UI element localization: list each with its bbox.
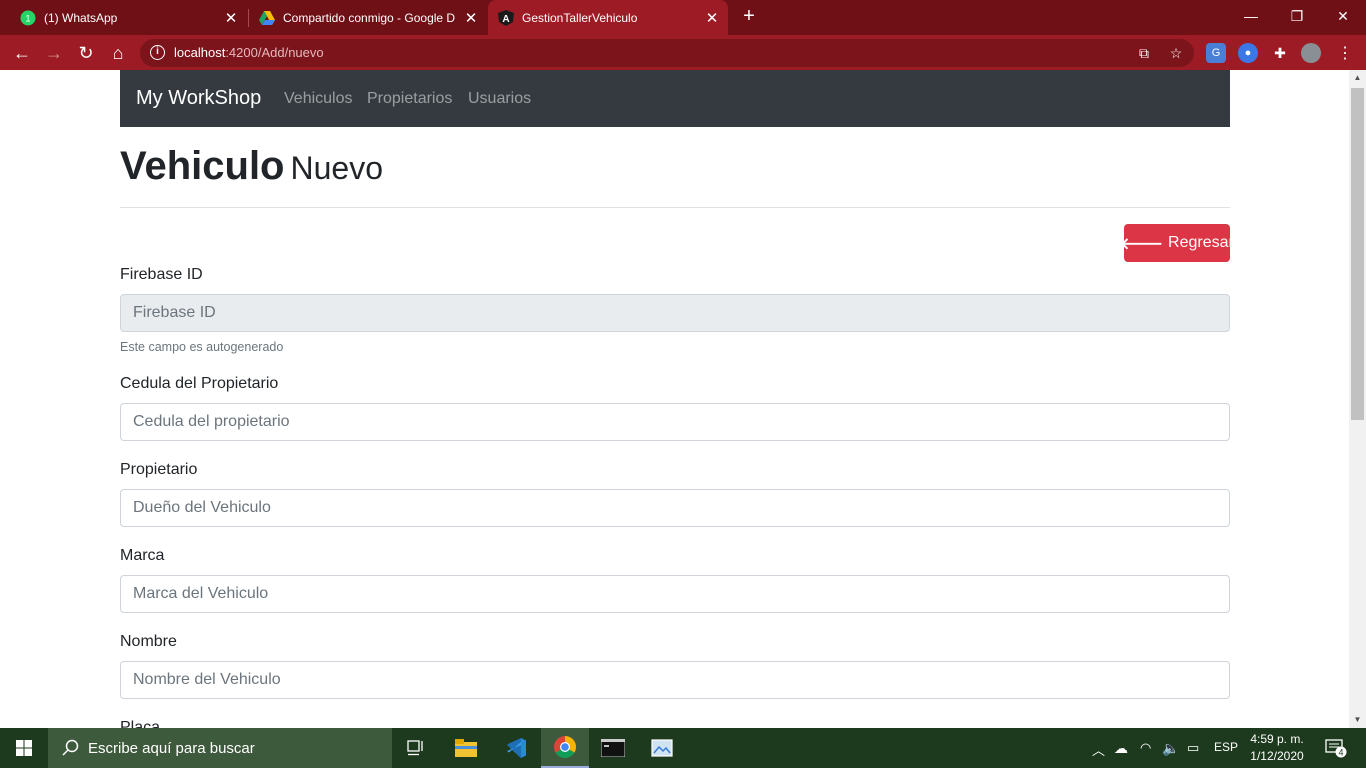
- whatsapp-icon: 1: [20, 10, 36, 26]
- taskbar-search-placeholder: Escribe aquí para buscar: [88, 740, 255, 757]
- firebase-id-help: Este campo es autogenerado: [120, 340, 284, 354]
- restore-button[interactable]: ❐: [1274, 0, 1320, 32]
- tab-title: (1) WhatsApp: [44, 10, 118, 25]
- close-icon[interactable]: ✕: [702, 9, 722, 27]
- windows-start-icon[interactable]: [0, 728, 48, 768]
- tab-title: Compartido conmigo - Google D: [283, 10, 456, 25]
- propietario-field[interactable]: [120, 489, 1230, 527]
- google-translate-extension-icon[interactable]: G: [1206, 43, 1226, 63]
- chrome-icon[interactable]: [541, 728, 589, 768]
- forward-icon[interactable]: →: [40, 39, 68, 67]
- arrow-left-icon: 🡐: [1120, 235, 1164, 253]
- task-view-icon[interactable]: [392, 728, 440, 768]
- google-drive-icon: [259, 10, 275, 26]
- star-icon[interactable]: ☆: [1167, 44, 1185, 62]
- page-viewport: My WorkShop Vehiculos Propietarios Usuar…: [0, 70, 1349, 728]
- close-icon[interactable]: ✕: [461, 9, 481, 27]
- tab-title: GestionTallerVehiculo: [522, 10, 638, 25]
- clock-time: 4:59 p. m.: [1250, 732, 1304, 746]
- propietario-label: Propietario: [120, 461, 198, 478]
- url-text[interactable]: localhost:4200/Add/nuevo: [174, 45, 324, 60]
- translate-icon[interactable]: ⧉: [1135, 44, 1153, 62]
- minimize-button[interactable]: —: [1228, 0, 1274, 32]
- cedula-field[interactable]: [120, 403, 1230, 441]
- svg-text:4: 4: [1338, 748, 1343, 758]
- tab-whatsapp[interactable]: 1 (1) WhatsApp ✕: [0, 0, 247, 35]
- firebase-id-field[interactable]: [120, 294, 1230, 332]
- notification-center-icon[interactable]: 4: [1325, 738, 1347, 761]
- avatar[interactable]: [1301, 43, 1321, 63]
- wifi-icon[interactable]: ◠: [1140, 740, 1151, 756]
- angular-icon: A: [498, 9, 514, 26]
- nav-link-propietarios[interactable]: Propietarios: [367, 90, 452, 108]
- scroll-up-icon[interactable]: ▲: [1349, 70, 1366, 86]
- vscode-icon[interactable]: [492, 728, 540, 768]
- divider: [120, 207, 1230, 208]
- browser-tabstrip: 1 (1) WhatsApp ✕ Compartido conmigo - Go…: [0, 0, 1366, 35]
- marca-label: Marca: [120, 547, 165, 564]
- system-clock[interactable]: 4:59 p. m. 1/12/2020: [1238, 731, 1316, 765]
- nav-link-vehiculos[interactable]: Vehiculos: [284, 90, 353, 108]
- page-title-sub: Nuevo: [290, 150, 384, 186]
- search-icon: [62, 739, 79, 756]
- back-icon[interactable]: ←: [8, 39, 36, 67]
- kebab-menu-icon[interactable]: ⋮: [1335, 43, 1355, 63]
- cedula-label: Cedula del Propietario: [120, 375, 279, 392]
- file-explorer-icon[interactable]: [442, 728, 490, 768]
- taskbar-search[interactable]: Escribe aquí para buscar: [48, 728, 392, 768]
- nombre-field[interactable]: [120, 661, 1230, 699]
- placa-label: Placa: [120, 719, 161, 728]
- new-tab-button[interactable]: +: [738, 5, 760, 29]
- puzzle-extensions-icon[interactable]: ✚: [1270, 43, 1290, 63]
- language-indicator[interactable]: ESP: [1214, 740, 1238, 754]
- page-title: Vehiculo Nuevo: [120, 144, 383, 189]
- scroll-down-icon[interactable]: ▼: [1349, 712, 1366, 728]
- svg-text:A: A: [502, 14, 509, 25]
- svg-text:1: 1: [25, 13, 30, 23]
- firebase-id-label: Firebase ID: [120, 266, 203, 283]
- tab-google-drive[interactable]: Compartido conmigo - Google D ✕: [249, 0, 487, 35]
- reload-icon[interactable]: ↻: [72, 39, 100, 67]
- clock-date: 1/12/2020: [1250, 749, 1304, 763]
- marca-field[interactable]: [120, 575, 1230, 613]
- scroll-thumb[interactable]: [1351, 88, 1364, 420]
- navbar-brand[interactable]: My WorkShop: [136, 87, 261, 110]
- tab-gestion-taller[interactable]: A GestionTallerVehiculo ✕: [488, 0, 728, 35]
- volume-icon[interactable]: 🔈: [1162, 740, 1179, 757]
- page-scrollbar[interactable]: ▲ ▼: [1349, 70, 1366, 728]
- onedrive-icon[interactable]: ☁: [1114, 740, 1128, 757]
- browser-toolbar: ← → ↻ ⌂ i localhost:4200/Add/nuevo ⧉ ☆ G…: [0, 35, 1366, 70]
- page-title-main: Vehiculo: [120, 144, 285, 188]
- home-icon[interactable]: ⌂: [104, 39, 132, 67]
- back-button-label: Regresar: [1168, 234, 1234, 251]
- back-button[interactable]: 🡐 Regresar: [1120, 224, 1234, 262]
- profile-extension-icon[interactable]: ●: [1238, 43, 1258, 63]
- photos-app-icon[interactable]: [638, 728, 686, 768]
- battery-icon[interactable]: ▭: [1187, 740, 1199, 756]
- chevron-up-icon[interactable]: ︿: [1092, 740, 1105, 759]
- nav-link-usuarios[interactable]: Usuarios: [468, 90, 531, 108]
- terminal-icon[interactable]: [589, 728, 637, 768]
- close-window-button[interactable]: ✕: [1320, 0, 1366, 32]
- address-bar[interactable]: i localhost:4200/Add/nuevo ⧉ ☆: [140, 39, 1194, 67]
- windows-taskbar: Escribe aquí para buscar ︿ ☁ ◠ 🔈 ▭ ESP 4…: [0, 728, 1366, 768]
- app-navbar: My WorkShop Vehiculos Propietarios Usuar…: [120, 70, 1230, 127]
- info-icon[interactable]: i: [150, 45, 165, 60]
- close-icon[interactable]: ✕: [221, 9, 241, 27]
- nombre-label: Nombre: [120, 633, 177, 650]
